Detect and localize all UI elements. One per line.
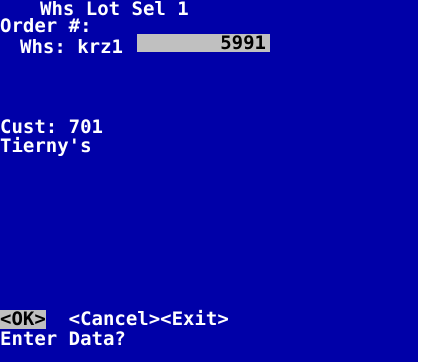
order-number-value: 5991 [220, 32, 266, 54]
whs-label: Whs: [20, 36, 66, 58]
order-label: Order #: [0, 15, 92, 37]
softkey-bar: <OK> <Cancel><Exit> [0, 310, 229, 329]
ok-button[interactable]: <OK> [0, 310, 46, 329]
status-prompt: Enter Data? [0, 328, 126, 350]
exit-button[interactable]: <Exit> [160, 310, 229, 329]
order-number-field[interactable]: 5991 [137, 32, 270, 54]
terminal-screen: Whs Lot Sel 1 Order #: 5991 Whs: krz1 Cu… [0, 0, 436, 362]
cust-name: Tierny's [0, 135, 92, 157]
cancel-button[interactable]: <Cancel> [69, 310, 161, 329]
whs-line: Whs: krz1 [20, 38, 123, 57]
whs-value: krz1 [77, 36, 123, 58]
